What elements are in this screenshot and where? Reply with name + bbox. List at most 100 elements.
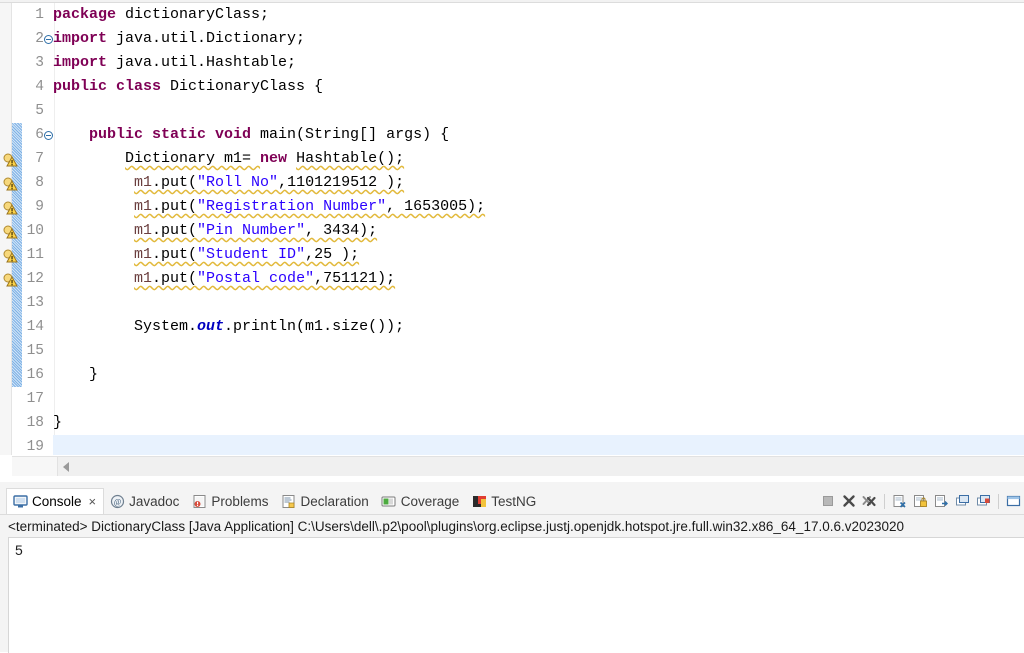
code-line[interactable]: import java.util.Dictionary; — [53, 27, 1024, 51]
code-token: System. — [53, 318, 198, 335]
close-icon[interactable]: × — [89, 495, 97, 508]
tab-label: TestNG — [491, 493, 537, 509]
scroll-left-button[interactable] — [57, 457, 75, 476]
code-token: , 3434); — [305, 222, 378, 239]
code-line[interactable] — [53, 387, 1024, 411]
code-token: java.util.Dictionary; — [116, 30, 306, 47]
source-code[interactable]: package dictionaryClass; import java.util… — [53, 3, 1024, 455]
pin-console-button[interactable] — [953, 491, 972, 511]
java-editor[interactable]: 1 2 3 4 5 6 7 8 9 10 11 12 13 14 15 16 17 18 19 package di… — [0, 0, 1024, 478]
code-token: java.util.Hashtable; — [116, 54, 297, 71]
line-number: 5 — [35, 103, 44, 119]
scroll-lock-button[interactable] — [911, 491, 930, 511]
warning-icon[interactable] — [3, 176, 18, 191]
code-line[interactable]: m1.put("Pin Number", 3434); — [53, 219, 1024, 243]
code-line[interactable]: } — [53, 411, 1024, 435]
code-token: public static void — [89, 126, 261, 143]
code-token: ,25 ); — [305, 246, 360, 263]
code-line[interactable]: Dictionary m1= new Hashtable(); — [53, 147, 1024, 171]
code-token: m1 — [134, 198, 153, 215]
code-line[interactable] — [53, 291, 1024, 315]
open-console-button[interactable] — [1004, 491, 1023, 511]
code-line[interactable]: import java.util.Hashtable; — [53, 51, 1024, 75]
line-number: 10 — [26, 223, 44, 239]
line-number: 12 — [26, 271, 44, 287]
marker-gutter[interactable] — [0, 3, 22, 455]
console-output-area[interactable]: 5 — [8, 537, 1024, 653]
warning-icon[interactable] — [3, 200, 18, 215]
line-number: 11 — [26, 247, 44, 263]
code-scroll-area[interactable]: 1 2 3 4 5 6 7 8 9 10 11 12 13 14 15 16 17 18 19 package di… — [0, 3, 1024, 455]
code-line[interactable]: } — [53, 363, 1024, 387]
code-line[interactable]: m1.put("Student ID",25 ); — [53, 243, 1024, 267]
console-icon — [12, 494, 28, 510]
line-number: 14 — [26, 319, 44, 335]
code-token: "Pin Number" — [197, 222, 306, 239]
code-line[interactable] — [53, 435, 1024, 455]
tab-declaration[interactable]: Declaration — [275, 488, 375, 514]
warning-icon[interactable] — [3, 224, 18, 239]
line-number: 3 — [35, 55, 44, 71]
code-token: "Postal code" — [197, 270, 315, 287]
svg-text:@: @ — [113, 497, 120, 506]
code-line[interactable]: m1.put("Registration Number", 1653005); — [53, 195, 1024, 219]
code-line[interactable]: m1.put("Roll No",1101219512 ); — [53, 171, 1024, 195]
code-token: "Registration Number" — [197, 198, 387, 215]
javadoc-icon: @ — [109, 493, 125, 509]
tab-label: Console — [32, 494, 82, 509]
code-token: main(String[] args) { — [260, 126, 450, 143]
line-number-ruler: 1 2 3 4 5 6 7 8 9 10 11 12 13 14 15 16 17 18 19 — [22, 3, 44, 455]
code-token: dictionaryClass; — [125, 6, 270, 23]
code-token: .put( — [152, 174, 198, 191]
warning-icon[interactable] — [3, 152, 18, 167]
code-token: "Roll No" — [197, 174, 279, 191]
code-token: .put( — [152, 198, 198, 215]
code-token: m1 — [134, 222, 153, 239]
code-line[interactable]: public class DictionaryClass { — [53, 75, 1024, 99]
code-line[interactable]: package dictionaryClass; — [53, 3, 1024, 27]
fold-collapse-icon[interactable] — [44, 35, 53, 44]
code-token: public class — [53, 78, 171, 95]
warning-icon[interactable] — [3, 272, 18, 287]
remove-all-terminated-button[interactable] — [860, 491, 879, 511]
line-number: 17 — [26, 391, 44, 407]
tab-label: Coverage — [400, 493, 460, 509]
remove-launch-button[interactable] — [839, 491, 858, 511]
code-token: m1 — [134, 174, 153, 191]
code-token: .put( — [152, 222, 198, 239]
display-selected-console-button[interactable] — [974, 491, 993, 511]
tab-console[interactable]: Console × — [6, 487, 105, 515]
tab-coverage[interactable]: Coverage — [376, 488, 467, 514]
code-token: "Student ID" — [197, 246, 306, 263]
fold-collapse-icon[interactable] — [44, 131, 53, 140]
code-line[interactable]: m1.put("Postal code",751121); — [53, 267, 1024, 291]
editor-horizontal-scrollbar[interactable] — [12, 456, 1024, 476]
line-number: 13 — [26, 295, 44, 311]
code-line[interactable] — [53, 99, 1024, 123]
triangle-left-icon — [63, 461, 69, 472]
code-line[interactable] — [53, 339, 1024, 363]
code-line[interactable]: System.out.println(m1.size()); — [53, 315, 1024, 339]
bottom-view-panel: Console × @ Javadoc Problems Declaration Cover… — [0, 482, 1024, 653]
terminate-button[interactable] — [818, 491, 837, 511]
code-token: .put( — [152, 246, 198, 263]
line-number: 16 — [26, 367, 44, 383]
line-number: 18 — [26, 415, 44, 431]
tab-problems[interactable]: Problems — [186, 488, 275, 514]
code-token: package — [53, 6, 126, 23]
tab-javadoc[interactable]: @ Javadoc — [104, 488, 186, 514]
code-token: .put( — [152, 270, 198, 287]
tab-label: Javadoc — [129, 493, 180, 509]
view-tab-bar: Console × @ Javadoc Problems Declaration Cover… — [0, 487, 1024, 515]
code-token: ,751121); — [314, 270, 396, 287]
hscrollbar-thumb[interactable] — [12, 457, 58, 476]
warning-icon[interactable] — [3, 248, 18, 263]
code-token: DictionaryClass { — [170, 78, 324, 95]
code-token: new — [260, 150, 297, 167]
clear-console-button[interactable] — [890, 491, 909, 511]
code-line[interactable]: public static void main(String[] args) { — [53, 123, 1024, 147]
tab-testng[interactable]: TestNG — [466, 488, 543, 514]
word-wrap-button[interactable] — [932, 491, 951, 511]
